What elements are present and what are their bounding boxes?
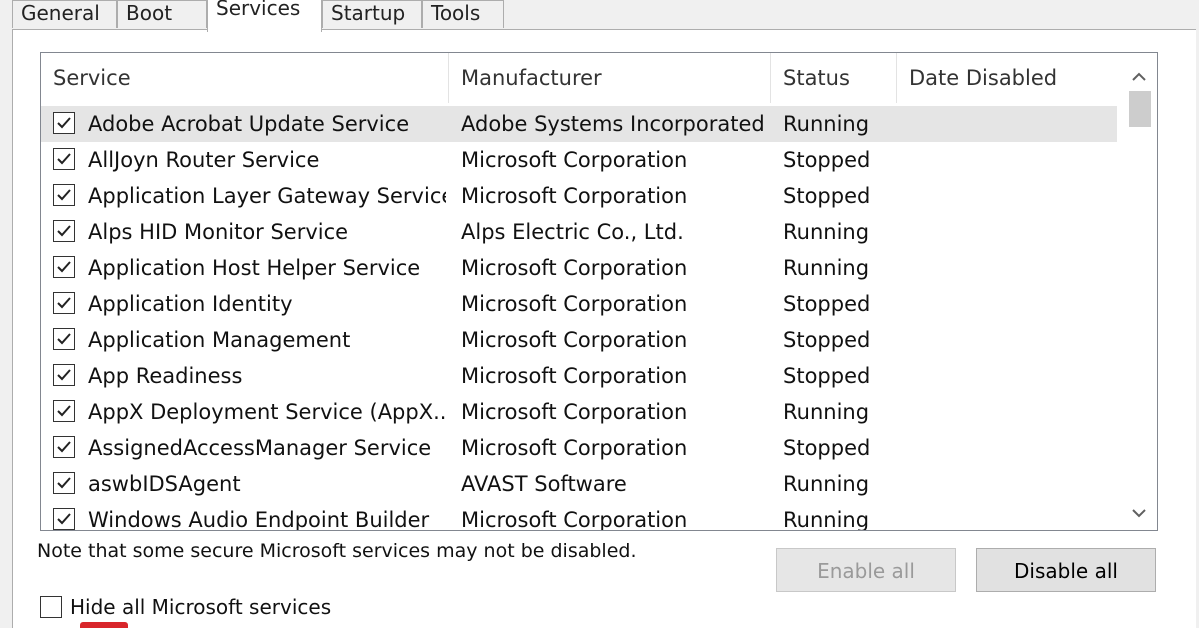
service-name-cell: Application Management bbox=[88, 328, 351, 352]
manufacturer-cell: Microsoft Corporation bbox=[461, 436, 688, 460]
tab-tools[interactable]: Tools bbox=[422, 0, 504, 28]
status-cell: Running bbox=[783, 112, 870, 136]
manufacturer-cell: Microsoft Corporation bbox=[461, 508, 688, 531]
tab-boot[interactable]: Boot bbox=[117, 0, 207, 28]
row-checkbox[interactable] bbox=[53, 364, 75, 386]
tab-strip: General Boot Services Startup Tools bbox=[0, 0, 1199, 32]
manufacturer-cell: Microsoft Corporation bbox=[461, 256, 688, 280]
checkmark-icon bbox=[57, 333, 71, 345]
service-name-cell: AllJoyn Router Service bbox=[88, 148, 320, 172]
checkmark-icon bbox=[57, 153, 71, 165]
table-row[interactable]: Application Identity Microsoft Corporatio… bbox=[41, 286, 1117, 322]
row-checkbox[interactable] bbox=[53, 112, 75, 134]
service-name-cell: Application Layer Gateway Service bbox=[88, 184, 446, 208]
status-cell: Stopped bbox=[783, 184, 871, 208]
secure-services-note: Note that some secure Microsoft services… bbox=[37, 540, 637, 562]
red-annotation-mark bbox=[80, 622, 128, 628]
service-name-cell: Application Identity bbox=[88, 292, 293, 316]
row-checkbox[interactable] bbox=[53, 328, 75, 350]
table-row[interactable]: Application Management Microsoft Corporat… bbox=[41, 322, 1117, 358]
manufacturer-cell: Microsoft Corporation bbox=[461, 400, 688, 424]
checkmark-icon bbox=[57, 513, 71, 525]
status-cell: Running bbox=[783, 220, 870, 244]
row-checkbox[interactable] bbox=[53, 184, 75, 206]
service-name-cell: Windows Audio Endpoint Builder bbox=[88, 508, 430, 531]
checkmark-icon bbox=[57, 405, 71, 417]
checkmark-icon bbox=[57, 477, 71, 489]
manufacturer-cell: Microsoft Corporation bbox=[461, 328, 688, 352]
checkmark-icon bbox=[57, 369, 71, 381]
checkmark-icon bbox=[57, 189, 71, 201]
table-row[interactable]: AppX Deployment Service (AppX... Microsof… bbox=[41, 394, 1117, 430]
status-cell: Stopped bbox=[783, 292, 871, 316]
row-checkbox[interactable] bbox=[53, 436, 75, 458]
table-row[interactable]: Application Layer Gateway Service Microso… bbox=[41, 178, 1117, 214]
service-name-cell: Alps HID Monitor Service bbox=[88, 220, 349, 244]
table-row[interactable]: App Readiness Microsoft Corporation Stoppe… bbox=[41, 358, 1117, 394]
status-cell: Stopped bbox=[783, 148, 871, 172]
table-row[interactable]: aswbIDSAgent AVAST Software Running bbox=[41, 466, 1117, 502]
tab-startup[interactable]: Startup bbox=[322, 0, 422, 28]
service-name-cell: aswbIDSAgent bbox=[88, 472, 241, 496]
table-row[interactable]: AssignedAccessManager Service Microsoft C… bbox=[41, 430, 1117, 466]
row-checkbox[interactable] bbox=[53, 292, 75, 314]
status-cell: Running bbox=[783, 256, 870, 280]
row-checkbox[interactable] bbox=[53, 256, 75, 278]
manufacturer-cell: Adobe Systems Incorporated bbox=[461, 112, 765, 136]
tab-general[interactable]: General bbox=[12, 0, 117, 28]
status-cell: Running bbox=[783, 472, 870, 496]
manufacturer-cell: Microsoft Corporation bbox=[461, 292, 688, 316]
table-row[interactable]: Adobe Acrobat Update Service Adobe System… bbox=[41, 106, 1117, 142]
scrollbar-thumb[interactable] bbox=[1129, 91, 1151, 127]
disable-all-button[interactable]: Disable all bbox=[976, 548, 1156, 592]
chevron-down-icon[interactable] bbox=[1121, 493, 1157, 529]
row-checkbox[interactable] bbox=[53, 508, 75, 530]
checkmark-icon bbox=[57, 261, 71, 273]
service-name-cell: AssignedAccessManager Service bbox=[88, 436, 432, 460]
status-cell: Running bbox=[783, 508, 870, 531]
list-header: Service Manufacturer Status Date Disable… bbox=[41, 53, 1121, 103]
table-row[interactable]: Alps HID Monitor Service Alps Electric Co… bbox=[41, 214, 1117, 250]
status-cell: Stopped bbox=[783, 436, 871, 460]
checkmark-icon bbox=[57, 297, 71, 309]
row-checkbox[interactable] bbox=[53, 400, 75, 422]
vertical-scrollbar[interactable] bbox=[1121, 53, 1157, 530]
checkbox-box[interactable] bbox=[40, 596, 62, 618]
column-header-service[interactable]: Service bbox=[41, 53, 449, 103]
system-configuration-window: General Boot Services Startup Tools Serv… bbox=[0, 0, 1199, 628]
row-checkbox[interactable] bbox=[53, 220, 75, 242]
manufacturer-cell: Microsoft Corporation bbox=[461, 184, 688, 208]
chevron-up-icon[interactable] bbox=[1121, 57, 1157, 93]
row-checkbox[interactable] bbox=[53, 472, 75, 494]
table-row[interactable]: Windows Audio Endpoint Builder Microsoft … bbox=[41, 502, 1117, 531]
status-cell: Stopped bbox=[783, 328, 871, 352]
column-header-status[interactable]: Status bbox=[771, 53, 897, 103]
tab-services[interactable]: Services bbox=[207, 0, 322, 32]
manufacturer-cell: Microsoft Corporation bbox=[461, 148, 688, 172]
manufacturer-cell: Alps Electric Co., Ltd. bbox=[461, 220, 684, 244]
service-name-cell: Application Host Helper Service bbox=[88, 256, 421, 280]
checkmark-icon bbox=[57, 117, 71, 129]
manufacturer-cell: Microsoft Corporation bbox=[461, 364, 688, 388]
services-list[interactable]: Service Manufacturer Status Date Disable… bbox=[40, 52, 1158, 531]
table-row[interactable]: Application Host Helper Service Microsoft… bbox=[41, 250, 1117, 286]
service-name-cell: Adobe Acrobat Update Service bbox=[88, 112, 410, 136]
service-name-cell: AppX Deployment Service (AppX... bbox=[88, 400, 446, 424]
checkmark-icon bbox=[57, 441, 71, 453]
checkmark-icon bbox=[57, 225, 71, 237]
column-header-manufacturer[interactable]: Manufacturer bbox=[449, 53, 771, 103]
status-cell: Running bbox=[783, 400, 870, 424]
row-checkbox[interactable] bbox=[53, 148, 75, 170]
enable-all-button[interactable]: Enable all bbox=[776, 548, 956, 592]
hide-microsoft-services-label[interactable]: Hide all Microsoft services bbox=[70, 593, 331, 621]
table-row[interactable]: AllJoyn Router Service Microsoft Corporat… bbox=[41, 142, 1117, 178]
column-header-date-disabled[interactable]: Date Disabled bbox=[897, 53, 1121, 103]
status-cell: Stopped bbox=[783, 364, 871, 388]
service-name-cell: App Readiness bbox=[88, 364, 243, 388]
manufacturer-cell: AVAST Software bbox=[461, 472, 627, 496]
